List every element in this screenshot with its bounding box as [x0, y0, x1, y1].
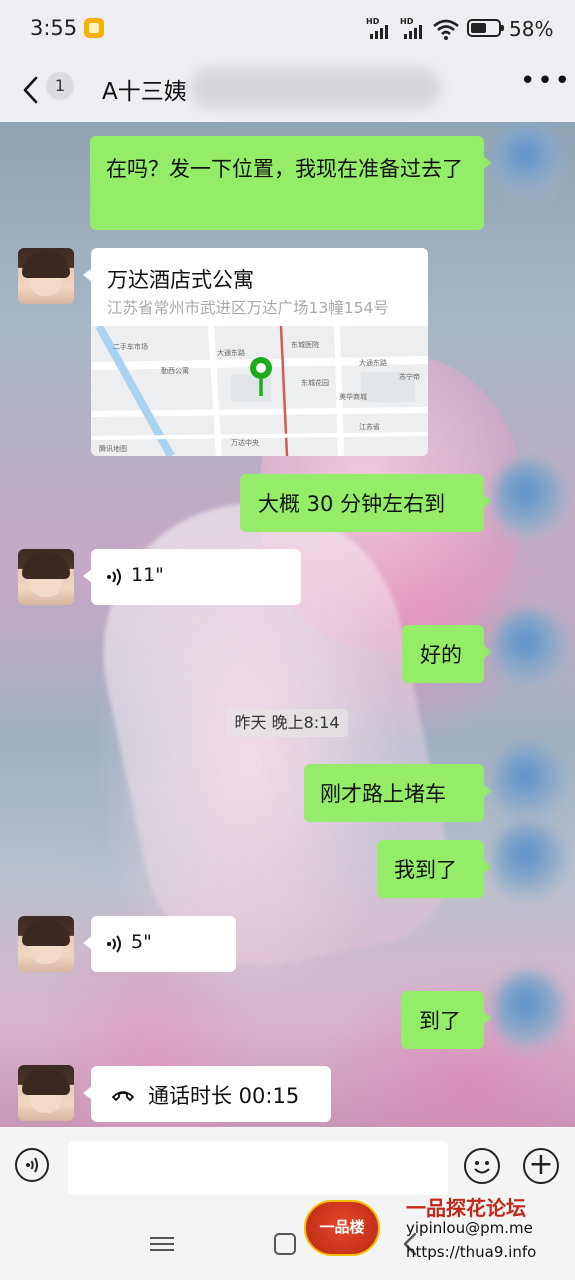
voice-message[interactable]: 5" — [83, 916, 236, 972]
signal-icon-2: HD — [400, 17, 430, 41]
map-label: 大通东路 — [217, 349, 245, 357]
message-bubble[interactable]: 刚才路上堵车 — [304, 764, 492, 822]
add-attachment-button[interactable]: + — [523, 1148, 559, 1184]
message-bubble[interactable]: 到了 — [401, 991, 492, 1049]
call-record-message[interactable]: 通话时长 00:15 — [83, 1066, 331, 1122]
message-bubble[interactable]: 在吗？发一下位置，我现在准备过去了 — [90, 136, 492, 230]
map-label: 江苏省 — [359, 423, 380, 431]
message-text: 好的 — [420, 643, 462, 667]
voice-duration: 11" — [131, 564, 164, 586]
voice-wave-icon — [107, 568, 121, 586]
watermark-logo: 一品楼 — [304, 1200, 380, 1256]
unread-count-badge[interactable]: 1 — [46, 72, 74, 100]
chat-area: 在吗？发一下位置，我现在准备过去了 万达酒店式公寓 江苏省常州市武进区万达广场1… — [0, 122, 575, 1127]
more-options-icon[interactable]: ••• — [520, 68, 570, 102]
location-title: 万达酒店式公寓 — [107, 268, 254, 292]
watermark-email: yipinlou@pm.me — [406, 1219, 533, 1237]
home-icon[interactable] — [274, 1233, 296, 1255]
message-text: 大概 30 分钟左右到 — [258, 492, 446, 516]
my-avatar[interactable] — [494, 972, 564, 1052]
map-label: 勤西公寓 — [161, 367, 189, 375]
my-avatar[interactable] — [494, 122, 564, 202]
status-time: 3:55 — [30, 16, 78, 40]
map-label: 东城医院 — [291, 341, 319, 349]
message-input[interactable] — [68, 1141, 448, 1195]
signal-icon: HD — [366, 17, 396, 41]
wifi-icon — [433, 19, 459, 40]
message-timestamp: 昨天 晚上8:14 — [226, 709, 348, 737]
contact-avatar[interactable] — [18, 549, 74, 605]
location-address: 江苏省常州市武进区万达广场13幢154号 — [107, 299, 389, 317]
message-bubble[interactable]: 大概 30 分钟左右到 — [240, 474, 492, 532]
voice-input-button[interactable] — [15, 1148, 49, 1182]
location-card[interactable]: 万达酒店式公寓 江苏省常州市武进区万达广场13幢154号 二手车市场 大通东路 … — [83, 248, 428, 456]
back-icon[interactable] — [18, 72, 48, 108]
message-bubble[interactable]: 我到了 — [377, 840, 492, 898]
voice-message[interactable]: 11" — [83, 549, 301, 605]
map-label: 万达中央 — [231, 439, 259, 447]
chat-title: A十三姨 — [102, 79, 187, 105]
phone-icon — [112, 1091, 134, 1101]
recent-apps-icon[interactable] — [150, 1233, 174, 1255]
my-avatar[interactable] — [494, 744, 564, 824]
message-text: 在吗？发一下位置，我现在准备过去了 — [106, 157, 463, 181]
location-map: 二手车市场 大通东路 勤西公寓 东城医院 东城花园 腾讯地图 万达中央 大通东路… — [91, 326, 428, 456]
watermark-title: 一品探花论坛 — [406, 1196, 526, 1220]
contact-avatar[interactable] — [18, 916, 74, 972]
battery-percent: 58% — [509, 17, 554, 41]
blurred-title-region — [190, 68, 440, 108]
message-text: 到了 — [419, 1009, 461, 1033]
emoji-button[interactable] — [464, 1148, 500, 1184]
contact-avatar[interactable] — [18, 1065, 74, 1121]
message-bubble[interactable]: 好的 — [402, 625, 492, 683]
map-label: 二手车市场 — [113, 343, 148, 351]
status-bar: 3:55 HD HD 58% — [0, 0, 575, 60]
my-avatar[interactable] — [494, 610, 564, 690]
map-label: 大通东路 — [359, 359, 387, 367]
my-avatar[interactable] — [494, 822, 564, 902]
map-label: 东城花园 — [301, 379, 329, 387]
map-label: 苏宁帝 — [399, 373, 420, 381]
contact-avatar[interactable] — [18, 248, 74, 304]
voice-duration: 5" — [131, 931, 152, 953]
watermark-url: https://thua9.info — [406, 1243, 537, 1261]
notification-app-icon — [84, 18, 104, 38]
battery-icon — [467, 19, 504, 37]
my-avatar[interactable] — [494, 460, 564, 540]
map-label: 腾讯地图 — [99, 445, 127, 453]
voice-wave-icon — [107, 935, 121, 953]
call-duration-text: 通话时长 00:15 — [148, 1084, 300, 1108]
chat-header: 1 A十三姨 ••• — [0, 60, 575, 122]
message-text: 刚才路上堵车 — [320, 782, 446, 806]
message-text: 我到了 — [394, 858, 457, 882]
map-label: 美华商城 — [339, 393, 367, 401]
